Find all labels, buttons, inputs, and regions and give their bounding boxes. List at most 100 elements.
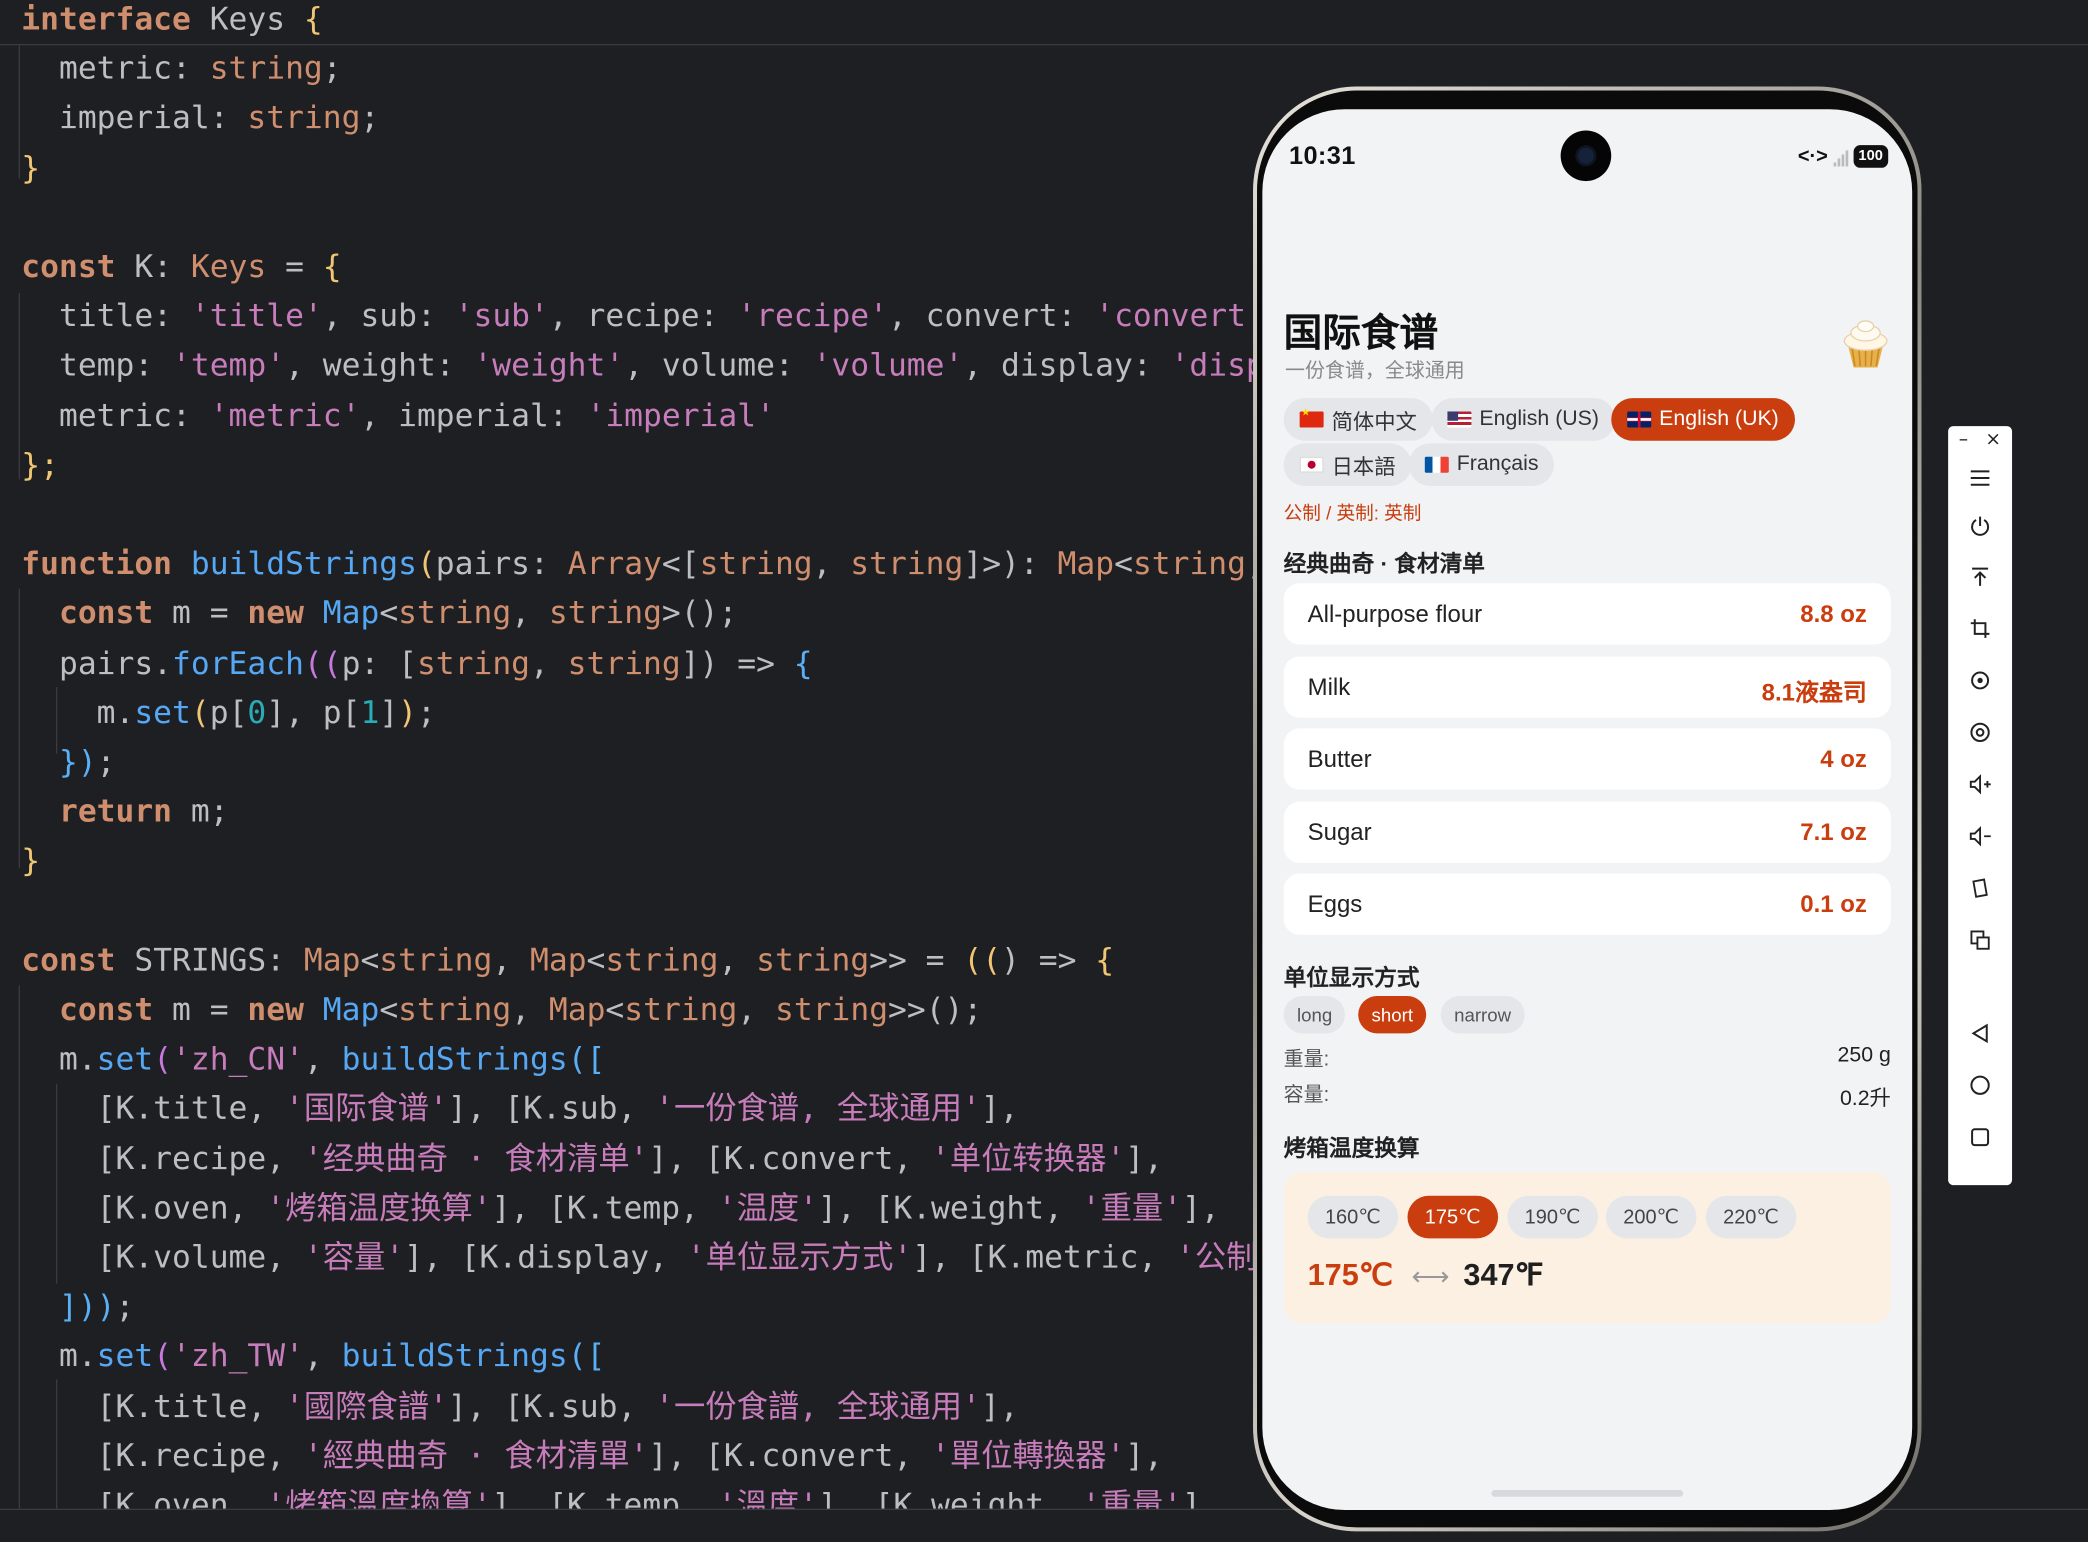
home-indicator[interactable] <box>1491 1490 1684 1497</box>
volume-down-icon[interactable] <box>1961 818 1998 855</box>
code-token: string <box>398 594 512 632</box>
language-chip[interactable]: 日本語 <box>1283 443 1412 487</box>
ingredient-row: Butter 4 oz <box>1283 728 1891 790</box>
code-line: [K.title, '國際食譜'], [K.sub, '一份食譜, 全球通用']… <box>21 1384 1019 1427</box>
code-line: m.set(p[0], p[1]); <box>21 691 436 734</box>
code-token: m = <box>153 594 248 632</box>
ingredient-amount: 0.1 oz <box>1800 890 1867 918</box>
page-title: 国际食谱 <box>1283 312 1439 356</box>
display-style-chip[interactable]: narrow <box>1440 996 1525 1034</box>
code-token: 'convert' <box>1095 297 1265 335</box>
language-chip-label: 日本語 <box>1331 456 1396 480</box>
code-token: } <box>21 842 41 880</box>
code-token: , display: <box>963 346 1171 385</box>
code-token: 'sub' <box>454 297 549 335</box>
code-token: '国际食谱' <box>285 1089 448 1128</box>
ingredient-row: All-purpose flour 8.8 oz <box>1283 583 1891 645</box>
rotate-icon[interactable] <box>1961 662 1998 699</box>
ingredient-row: Eggs 0.1 oz <box>1283 873 1891 935</box>
code-token: const <box>58 594 154 632</box>
home-icon[interactable] <box>1961 1067 1998 1104</box>
code-token: pairs: <box>435 544 568 583</box>
indent-guide <box>18 588 20 869</box>
code-token: { <box>793 643 813 682</box>
code-token: Map <box>530 941 587 979</box>
code-token: { <box>303 0 323 38</box>
code-token: , recipe: <box>548 297 738 335</box>
code-token: 'metric' <box>209 396 361 434</box>
power-icon[interactable] <box>1961 507 1998 544</box>
code-token: , <box>511 990 549 1028</box>
code-line: title: 'title', sub: 'sub', recipe: 'rec… <box>21 295 1321 338</box>
screenshot-icon[interactable] <box>1961 714 1998 751</box>
code-line: const STRINGS: Map<string, Map<string, s… <box>21 939 1114 982</box>
code-token: string <box>548 594 662 632</box>
temperature-chip[interactable]: 190℃ <box>1507 1195 1598 1239</box>
temperature-chip[interactable]: 175℃ <box>1407 1195 1498 1239</box>
back-icon[interactable] <box>1961 1015 1998 1052</box>
code-token: ], [K.convert, <box>648 1436 932 1474</box>
celsius-value: 175℃ <box>1307 1257 1394 1292</box>
convert-arrow-icon: ⟷ <box>1411 1262 1450 1292</box>
code-token: ], <box>1182 1188 1220 1227</box>
code-token: [K.oven, <box>21 1188 267 1227</box>
code-token: string <box>605 941 719 979</box>
language-chip[interactable]: 简体中文 <box>1283 398 1433 441</box>
code-line: const K: Keys = { <box>21 245 341 288</box>
temperature-chip[interactable]: 220℃ <box>1705 1195 1797 1239</box>
code-line: }); <box>21 740 116 783</box>
display-style-chip[interactable]: long <box>1283 996 1346 1034</box>
recents-icon[interactable] <box>1961 1119 1998 1156</box>
temperature-chip[interactable]: 200℃ <box>1605 1195 1697 1239</box>
code-token: Keys <box>190 0 304 38</box>
code-token: , <box>492 941 531 979</box>
language-chip[interactable]: English (UK) <box>1611 398 1795 441</box>
menu-icon[interactable] <box>1961 459 1998 496</box>
code-line: [K.recipe, '經典曲奇 · 食材清單'], [K.convert, '… <box>21 1434 1163 1477</box>
code-token: Map <box>548 990 606 1028</box>
fold-icon[interactable] <box>1961 870 1998 907</box>
code-line: m.set('zh_CN', buildStrings([ <box>21 1038 605 1081</box>
volume-up-icon[interactable] <box>1961 766 1998 803</box>
code-token: ) => <box>1001 941 1096 979</box>
code-token: , volume: <box>624 346 813 385</box>
code-token: , <box>718 941 757 979</box>
code-token: ], <box>980 1386 1019 1425</box>
language-chip[interactable]: English (US) <box>1431 398 1615 441</box>
close-button[interactable]: × <box>1985 429 2001 450</box>
crop-icon[interactable] <box>1961 610 1998 647</box>
code-token: string <box>624 990 738 1028</box>
code-token: string <box>756 941 870 979</box>
code-token: string <box>379 941 493 979</box>
temperature-chip[interactable]: 160℃ <box>1307 1195 1399 1239</box>
code-token: '经典曲奇 · 食材清单' <box>303 1139 649 1177</box>
code-token: m = <box>153 990 248 1028</box>
ingredient-amount: 4 oz <box>1820 745 1867 773</box>
volume-label: 容量: <box>1283 1083 1330 1107</box>
code-token: ], [K.temp, <box>491 1188 718 1227</box>
code-line: metric: 'metric', imperial: 'imperial' <box>21 394 775 437</box>
code-token: Map <box>303 941 361 979</box>
code-token: , <box>812 544 851 583</box>
multi-screen-icon[interactable] <box>1961 921 1998 958</box>
code-token: < <box>379 594 399 632</box>
code-line: ])); <box>21 1285 134 1328</box>
code-token: (( <box>303 643 342 682</box>
indent-guide <box>18 985 20 1509</box>
code-token: }; <box>21 445 59 484</box>
code-line: const m = new Map<string, string>(); <box>21 592 737 635</box>
weight-label: 重量: <box>1283 1047 1330 1071</box>
code-token: [K.title, <box>21 1386 286 1425</box>
display-style-chip[interactable]: short <box>1358 996 1427 1034</box>
ingredient-name: Butter <box>1307 745 1372 773</box>
front-camera-icon <box>1560 130 1612 182</box>
code-line: [K.oven, '烤箱温度换算'], [K.temp, '温度'], [K.w… <box>21 1186 1220 1229</box>
phone-screen: 10:31 <·> 100 国际食谱 一份食谱，全球通用 简体中文 English… <box>1262 109 1913 1511</box>
minimize-button[interactable]: – <box>1959 429 1968 450</box>
code-token: , <box>529 643 568 682</box>
code-token: ; <box>360 99 380 137</box>
pin-top-icon[interactable] <box>1961 558 1998 595</box>
language-chip[interactable]: Français <box>1408 443 1555 487</box>
code-line: metric: string; <box>21 47 342 90</box>
